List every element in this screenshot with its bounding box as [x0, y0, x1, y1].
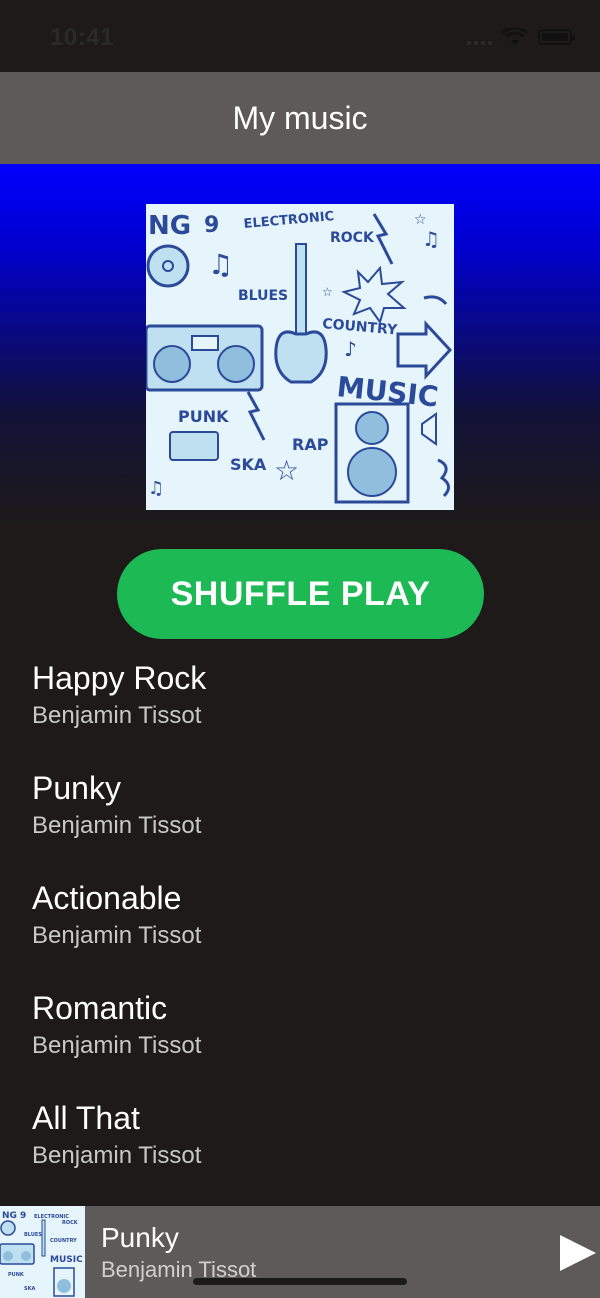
svg-text:ELECTRONIC: ELECTRONIC — [243, 209, 335, 232]
svg-text:ROCK: ROCK — [62, 1220, 79, 1226]
svg-text:♪: ♪ — [344, 337, 357, 361]
svg-text:☆: ☆ — [322, 285, 333, 299]
svg-text:RAP: RAP — [292, 435, 329, 454]
svg-text:♫: ♫ — [422, 227, 440, 251]
svg-text:SKA: SKA — [24, 1286, 35, 1292]
home-indicator — [193, 1278, 407, 1285]
page-title: My music — [232, 99, 368, 136]
play-icon[interactable] — [556, 1231, 600, 1275]
track-title: All That — [32, 1100, 140, 1136]
list-item[interactable]: Actionable Benjamin Tissot — [0, 874, 600, 984]
svg-text:☆: ☆ — [274, 454, 299, 487]
svg-text:BLUES: BLUES — [238, 288, 288, 304]
now-playing-title: Punky — [101, 1222, 179, 1253]
svg-text:☆: ☆ — [414, 212, 427, 228]
signal-icon — [467, 29, 492, 45]
album-art-image: NG 9 ELECTRONIC ROCK ☆ ♫ ♫ BLUES ☆ COUNT… — [146, 204, 454, 510]
svg-text:COUNTRY: COUNTRY — [322, 316, 399, 339]
track-artist: Benjamin Tissot — [32, 1032, 202, 1059]
svg-text:NG 9: NG 9 — [2, 1211, 26, 1221]
svg-text:♫: ♫ — [148, 478, 164, 499]
track-artist: Benjamin Tissot — [32, 922, 202, 949]
track-title: Happy Rock — [32, 660, 207, 696]
svg-text:♫: ♫ — [208, 248, 233, 281]
track-title: Punky — [32, 770, 121, 806]
now-playing-artwork: NG 9 ELECTRONIC ROCK BLUES COUNTRY MUSIC… — [0, 1206, 85, 1298]
track-title: Actionable — [32, 880, 182, 916]
list-item[interactable]: All That Benjamin Tissot — [0, 1094, 600, 1204]
status-icons — [467, 28, 575, 46]
main-content: NG 9 ELECTRONIC ROCK ☆ ♫ ♫ BLUES ☆ COUNT… — [0, 164, 600, 1206]
list-item[interactable]: Punky Benjamin Tissot — [0, 764, 600, 874]
svg-text:NG: NG — [148, 211, 191, 241]
svg-text:PUNK: PUNK — [178, 407, 229, 426]
track-title: Romantic — [32, 990, 168, 1026]
track-list: Happy Rock Benjamin Tissot Punky Benjami… — [0, 654, 600, 1204]
shuffle-play-button[interactable]: SHUFFLE PLAY — [117, 549, 484, 639]
svg-text:BLUES: BLUES — [24, 1232, 42, 1238]
svg-text:SKA: SKA — [230, 455, 267, 474]
list-item[interactable]: Romantic Benjamin Tissot — [0, 984, 600, 1094]
status-bar: 10:41 — [0, 0, 600, 72]
status-time: 10:41 — [50, 24, 114, 51]
svg-text:MUSIC: MUSIC — [50, 1255, 83, 1265]
battery-icon — [538, 29, 575, 45]
track-artist: Benjamin Tissot — [32, 1142, 202, 1169]
svg-text:COUNTRY: COUNTRY — [50, 1238, 77, 1244]
svg-text:9: 9 — [204, 213, 219, 238]
svg-text:PUNK: PUNK — [8, 1272, 25, 1278]
wifi-icon — [502, 28, 528, 45]
track-artist: Benjamin Tissot — [32, 702, 202, 729]
track-artist: Benjamin Tissot — [32, 812, 202, 839]
svg-text:ROCK: ROCK — [330, 230, 375, 246]
nav-bar: My music — [0, 72, 600, 164]
list-item[interactable]: Happy Rock Benjamin Tissot — [0, 654, 600, 764]
